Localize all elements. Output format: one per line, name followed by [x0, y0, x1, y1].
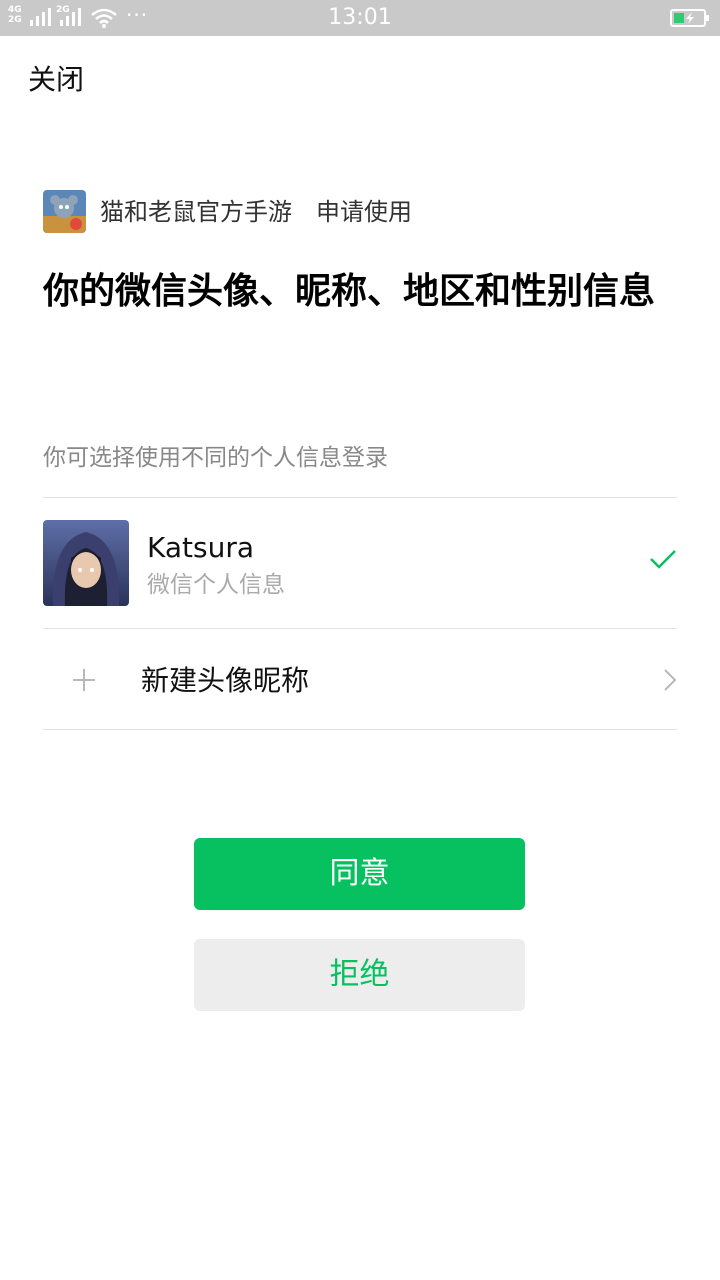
divider [43, 729, 677, 730]
account-subtitle: 微信个人信息 [147, 572, 285, 598]
status-time: 13:01 [328, 5, 392, 30]
agree-button[interactable]: 同意 [194, 838, 525, 910]
app-action-text: 申请使用 [316, 198, 412, 226]
check-icon [649, 548, 677, 574]
chevron-right-icon [663, 668, 677, 696]
account-option-row[interactable]: Katsura 微信个人信息 [43, 498, 677, 628]
new-profile-row[interactable]: 新建头像昵称 [43, 629, 677, 729]
permission-title: 你的微信头像、昵称、地区和性别信息 [43, 271, 656, 312]
app-name: 猫和老鼠官方手游 [100, 198, 292, 226]
plus-icon [71, 667, 97, 697]
battery-icon [670, 9, 710, 31]
login-hint: 你可选择使用不同的个人信息登录 [43, 445, 388, 471]
reject-button[interactable]: 拒绝 [194, 939, 525, 1011]
app-icon [43, 190, 86, 233]
status-bar: 4G 2G 2G ··· 13:01 [0, 0, 720, 36]
close-button[interactable]: 关闭 [28, 62, 84, 98]
account-name: Katsura [147, 531, 255, 564]
app-request-line: 猫和老鼠官方手游 申请使用 [100, 196, 412, 228]
new-profile-label: 新建头像昵称 [141, 664, 310, 697]
avatar [43, 520, 129, 606]
